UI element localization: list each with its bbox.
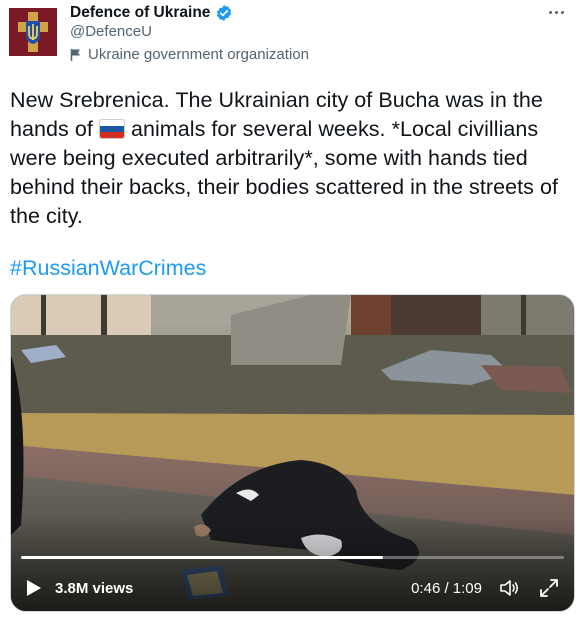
- video-time: 0:46 / 1:09: [411, 579, 482, 597]
- government-flag-icon: [70, 48, 80, 61]
- more-dot: [554, 10, 558, 14]
- play-icon[interactable]: [23, 577, 45, 599]
- more-horizontal-icon[interactable]: [544, 2, 568, 22]
- hashtag-link[interactable]: #RussianWarCrimes: [10, 256, 206, 281]
- more-dot: [560, 10, 564, 14]
- handle[interactable]: @DefenceU: [70, 23, 152, 40]
- affiliation-text: Ukraine government organization: [88, 46, 309, 63]
- ukraine-trident-emblem-icon: [9, 8, 57, 56]
- fullscreen-icon[interactable]: [536, 575, 562, 601]
- display-name[interactable]: Defence of Ukraine: [70, 4, 210, 22]
- verified-badge-icon: [217, 5, 232, 21]
- avatar[interactable]: [9, 8, 57, 56]
- video-player[interactable]: 3.8M views 0:46 / 1:09: [10, 294, 575, 612]
- tweet: Defence of Ukraine @DefenceU Ukraine gov…: [0, 0, 580, 620]
- russia-flag-emoji-icon: [98, 119, 125, 139]
- view-count: 3.8M views: [55, 579, 134, 597]
- name-row: Defence of Ukraine: [70, 2, 233, 24]
- video-controls: 3.8M views 0:46 / 1:09: [11, 565, 574, 611]
- tweet-text: New Srebrenica. The Ukrainian city of Bu…: [10, 86, 575, 231]
- video-progress-track[interactable]: [21, 556, 564, 559]
- video-progress-fill: [21, 556, 384, 559]
- volume-icon[interactable]: [496, 575, 522, 601]
- more-dot: [548, 10, 552, 14]
- affiliation-label: Ukraine government organization: [70, 46, 309, 63]
